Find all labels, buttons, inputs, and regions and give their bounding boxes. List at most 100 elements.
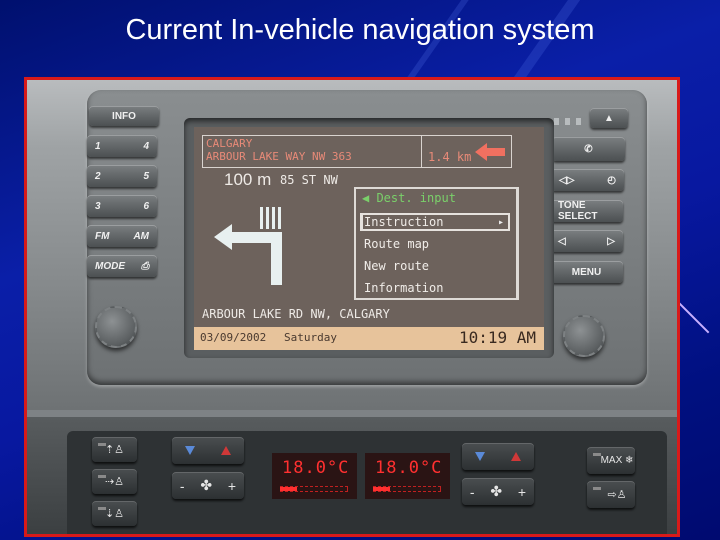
indicator-led [576,118,581,125]
eject-button[interactable]: ▲ [590,108,628,128]
fan-plus[interactable]: + [518,484,526,500]
fan-plus[interactable]: + [228,478,236,494]
preset-3-label: 3 [95,200,101,212]
max-defrost-label: MAX ❄ [600,455,634,466]
fan-icon: ✤ [200,477,213,493]
temp-up-icon[interactable] [221,446,231,455]
fan-icon: ✤ [490,483,503,499]
right-temp: 18.0°C [375,458,443,478]
preset-2-5-button[interactable]: 25 [87,165,157,187]
current-location: ARBOUR LAKE RD NW, CALGARY [202,307,390,321]
status-bar: 03/09/2002 Saturday 10:19 AM [194,327,544,350]
air-direction-icon: ⇨♙ [607,489,627,501]
seek-icon: ◁▷ [559,174,575,186]
eject-icon: ▲ [604,112,614,124]
right-arrow-icon: ▷ [607,235,615,247]
mode-label: MODE [95,260,125,272]
left-temp: 18.0°C [282,458,350,478]
slide-title: Current In-vehicle navigation system [125,14,595,46]
temp-down-icon[interactable] [185,446,195,455]
vent-upper-button[interactable]: ⇡♙ [92,437,137,462]
fm-am-button[interactable]: FM AM [87,225,157,247]
vent-middle-icon: ⇢♙ [104,476,125,488]
volume-knob[interactable] [95,306,137,348]
tone-select-label: TONE SELECT [558,200,598,222]
right-temp-display: 18.0°C [365,453,450,499]
weekday: Saturday [284,331,337,344]
right-fan-level-fill [373,487,390,491]
right-temp-button[interactable] [462,443,534,470]
destination-city: CALGARY [206,137,253,150]
submenu-arrow-icon: ▸ [497,217,504,228]
destination-header: CALGARY ARBOUR LAKE WAY NW 363 1.4 km [202,135,512,168]
fm-label: FM [95,230,110,242]
left-fan-button[interactable]: - ✤ + [172,472,244,499]
right-fan-button[interactable]: - ✤ + [462,478,534,505]
navigation-screen: CALGARY ARBOUR LAKE WAY NW 363 1.4 km 10… [194,127,544,350]
button-led [98,443,106,446]
cassette-icon: ⎙ [141,260,149,272]
right-fan-level-bar [373,486,441,492]
button-led [98,475,106,478]
menu-button[interactable]: MENU [550,261,623,283]
left-fan-level-bar [280,486,348,492]
max-defrost-button[interactable]: MAX ❄ [587,447,635,474]
left-temp-display: 18.0°C [272,453,357,499]
recirculation-button[interactable]: ⇨♙ [587,481,635,508]
indicator-led [565,118,570,125]
left-arrow-icon: ◁ [558,235,566,247]
menu-title[interactable]: ◀ Dest. input [362,191,456,205]
next-turn-distance: 100 m [224,170,272,189]
tuning-knob[interactable] [563,315,605,357]
preset-2-label: 2 [95,170,101,182]
menu-item-new-route[interactable]: New route [364,259,429,273]
vent-lower-icon: ⇣♙ [104,508,125,520]
menu-title-label: Dest. input [376,191,456,205]
menu-item-information[interactable]: Information [364,281,443,295]
fan-minus[interactable]: - [180,478,185,494]
preset-1-label: 1 [95,140,101,152]
frame-bottom-border [27,535,677,537]
preset-5-label: 5 [143,170,149,182]
preset-6-label: 6 [143,200,149,212]
next-street: 85 ST NW [280,173,338,187]
am-label: AM [133,230,149,242]
header-divider [421,136,422,167]
clock-icon: ◴ [607,174,616,186]
seek-clock-button[interactable]: ◁▷ ◴ [551,169,624,191]
button-led [593,487,601,490]
left-temp-button[interactable] [172,437,244,464]
info-label: INFO [112,110,136,122]
dashboard-photo: INFO 14 25 36 FM AM MODE ⎙ ▲ ✆ ◁▷ ◴ TONE SE… [24,77,680,537]
menu-label: MENU [571,266,602,278]
distance-to-destination: 1.4 km [428,150,472,164]
date: 03/09/2002 [200,331,267,344]
nav-menu: ◀ Dest. input ▸ Instruction Route map Ne… [354,187,519,300]
button-led [593,453,601,456]
button-led [98,507,106,510]
phone-icon: ✆ [584,143,593,155]
temp-down-icon[interactable] [475,452,485,461]
menu-item-route-map[interactable]: Route map [364,237,429,251]
left-turn-maneuver-icon [214,207,282,285]
tone-select-button[interactable]: TONE SELECT [550,200,623,222]
left-right-button[interactable]: ◁ ▷ [550,230,623,252]
vent-middle-button[interactable]: ⇢♙ [92,469,137,494]
preset-3-6-button[interactable]: 36 [87,195,157,217]
climate-control-area: ⇡♙ ⇢♙ ⇣♙ - ✤ + 18.0°C 18.0°C - ✤ + MAX ❄… [27,417,677,534]
fan-minus[interactable]: - [470,484,475,500]
preset-1-4-button[interactable]: 14 [87,135,157,157]
vent-lower-button[interactable]: ⇣♙ [92,501,137,526]
destination-street: ARBOUR LAKE WAY NW 363 [206,150,352,163]
turn-direction-arrow-icon [475,143,505,161]
left-fan-level-fill [280,487,297,491]
phone-button[interactable]: ✆ [552,137,625,161]
indicator-led [554,118,559,125]
vent-upper-icon: ⇡♙ [104,444,125,456]
mode-button[interactable]: MODE ⎙ [87,255,157,277]
menu-item-instruction[interactable]: Instruction [364,215,443,229]
info-button[interactable]: INFO [89,106,159,126]
preset-4-label: 4 [143,140,149,152]
clock-time: 10:19 AM [458,328,536,347]
temp-up-icon[interactable] [511,452,521,461]
